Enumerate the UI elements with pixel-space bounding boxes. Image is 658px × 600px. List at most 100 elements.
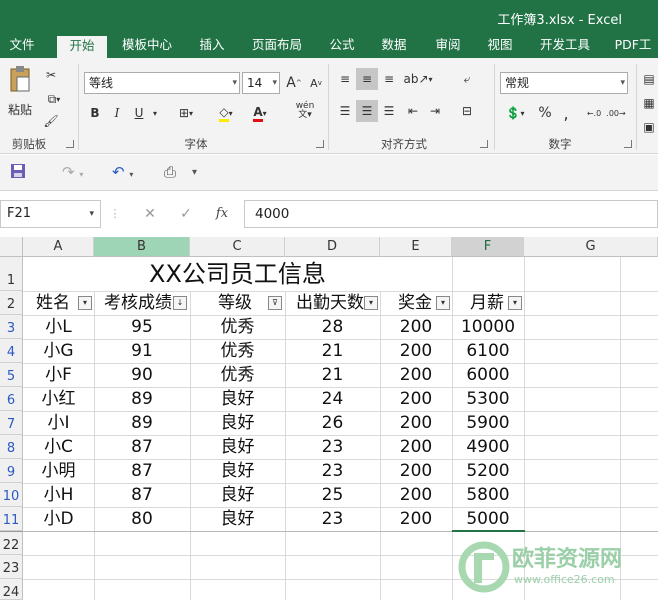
header-salary[interactable]: 月薪 xyxy=(470,291,506,315)
currency-icon[interactable]: 💲 ▾ xyxy=(500,102,530,124)
cell-score[interactable]: 87 xyxy=(94,435,190,459)
filter-dropdown-icon[interactable]: ▾ xyxy=(436,296,450,310)
cell-bonus[interactable]: 200 xyxy=(380,435,452,459)
tab-page-layout[interactable]: 页面布局 xyxy=(244,34,310,58)
cell-name[interactable]: 小I xyxy=(23,411,94,435)
phonetic-icon[interactable]: wén 文▾ xyxy=(292,100,318,122)
number-launcher-icon[interactable] xyxy=(624,140,632,148)
font-launcher-icon[interactable] xyxy=(316,140,324,148)
border-icon[interactable]: ⊞ ▾ xyxy=(172,102,200,124)
cell-salary[interactable]: 5200 xyxy=(452,459,524,483)
conditional-format-icon[interactable]: ▤ xyxy=(640,68,658,90)
tab-home[interactable]: 开始 xyxy=(57,36,107,58)
header-name[interactable]: 姓名 xyxy=(36,291,78,315)
column-header-g[interactable]: G xyxy=(524,237,658,257)
cell-bonus[interactable]: 200 xyxy=(380,459,452,483)
cell-bonus[interactable]: 200 xyxy=(380,387,452,411)
row-header-5[interactable]: 5 xyxy=(0,363,23,387)
cell-attendance[interactable]: 23 xyxy=(285,435,380,459)
redo-icon[interactable]: ↷ ▾ xyxy=(62,163,83,183)
cell-attendance[interactable]: 28 xyxy=(285,315,380,339)
cell-score[interactable]: 91 xyxy=(94,339,190,363)
cell-bonus[interactable]: 200 xyxy=(380,339,452,363)
cell-salary[interactable]: 5300 xyxy=(452,387,524,411)
cell-attendance[interactable]: 21 xyxy=(285,363,380,387)
decrease-indent-icon[interactable]: ⇤ xyxy=(402,100,424,122)
tab-developer[interactable]: 开发工具 xyxy=(532,34,598,58)
customize-toolbar-icon[interactable]: ▾ xyxy=(192,167,197,187)
insert-function-icon[interactable]: fx xyxy=(208,200,236,228)
tab-view[interactable]: 视图 xyxy=(478,34,522,58)
header-bonus[interactable]: 奖金 xyxy=(398,291,434,315)
column-header-e[interactable]: E xyxy=(380,237,452,257)
format-table-icon[interactable]: ▦ xyxy=(640,92,658,114)
cancel-icon[interactable]: ✕ xyxy=(136,200,164,228)
header-attendance[interactable]: 出勤天数 xyxy=(296,291,364,315)
cell-styles-icon[interactable]: ▣ xyxy=(640,116,658,138)
italic-button[interactable]: I xyxy=(106,102,128,124)
row-header-23[interactable]: 23 xyxy=(0,555,23,579)
enter-icon[interactable]: ✓ xyxy=(172,200,200,228)
column-header-d[interactable]: D xyxy=(285,237,380,257)
wrap-text-icon[interactable]: ⤶ xyxy=(456,68,478,90)
tab-formulas[interactable]: 公式 xyxy=(320,34,364,58)
cell-salary[interactable]: 5800 xyxy=(452,483,524,507)
tab-review[interactable]: 审阅 xyxy=(426,34,470,58)
select-all-corner[interactable] xyxy=(0,237,23,257)
align-middle-icon[interactable]: ≡ xyxy=(356,68,378,90)
row-header-8[interactable]: 8 xyxy=(0,435,23,459)
filter-dropdown-icon[interactable]: ▾ xyxy=(364,296,378,310)
clipboard-launcher-icon[interactable] xyxy=(66,140,74,148)
cell-grade[interactable]: 良好 xyxy=(190,507,285,531)
cell-score[interactable]: 87 xyxy=(94,459,190,483)
tab-data[interactable]: 数据 xyxy=(372,34,416,58)
name-box[interactable]: F21 ▾ xyxy=(0,200,101,228)
orientation-icon[interactable]: ab↗ ▾ xyxy=(403,68,432,90)
merge-center-icon[interactable]: ⊟ xyxy=(456,100,478,122)
row-header-3[interactable]: 3 xyxy=(0,315,23,339)
row-header-24[interactable]: 24 xyxy=(0,579,23,600)
cell-salary[interactable]: 6000 xyxy=(452,363,524,387)
undo-icon[interactable]: ↶ ▾ xyxy=(112,163,133,183)
percent-button[interactable]: % xyxy=(536,102,554,124)
paste-icon[interactable] xyxy=(6,64,34,96)
increase-decimal-icon[interactable]: ←.0 xyxy=(584,102,604,124)
cell-salary[interactable]: 6100 xyxy=(452,339,524,363)
cell-bonus[interactable]: 200 xyxy=(380,483,452,507)
align-top-icon[interactable]: ≡ xyxy=(334,68,356,90)
copy-icon[interactable]: ⧉ ▾ xyxy=(40,88,68,110)
tab-pdf[interactable]: PDF工 xyxy=(608,34,658,58)
cell-grade[interactable]: 良好 xyxy=(190,459,285,483)
cell-grade[interactable]: 良好 xyxy=(190,411,285,435)
cell-score[interactable]: 80 xyxy=(94,507,190,531)
cell-score[interactable]: 89 xyxy=(94,387,190,411)
column-header-b[interactable]: B xyxy=(94,237,190,257)
cell-attendance[interactable]: 24 xyxy=(285,387,380,411)
column-header-c[interactable]: C xyxy=(190,237,285,257)
row-header-10[interactable]: 10 xyxy=(0,483,23,507)
cell-name[interactable]: 小H xyxy=(23,483,94,507)
row-header-11[interactable]: 11 xyxy=(0,507,23,531)
cell-grade[interactable]: 良好 xyxy=(190,387,285,411)
increase-indent-icon[interactable]: ⇥ xyxy=(424,100,446,122)
chevron-down-icon[interactable]: ▾ xyxy=(150,102,160,124)
font-size-select[interactable]: 14 ▾ xyxy=(242,72,280,94)
sort-filter-icon[interactable]: ↓ xyxy=(173,296,187,310)
cell-grade[interactable]: 优秀 xyxy=(190,339,285,363)
row-header-7[interactable]: 7 xyxy=(0,411,23,435)
row-header-9[interactable]: 9 xyxy=(0,459,23,483)
comma-button[interactable]: , xyxy=(558,102,574,124)
column-header-f[interactable]: F xyxy=(452,237,524,257)
cell-name[interactable]: 小F xyxy=(23,363,94,387)
underline-button[interactable]: U xyxy=(128,102,150,124)
tab-insert[interactable]: 插入 xyxy=(190,34,234,58)
cell-salary[interactable]: 5000 xyxy=(452,507,524,531)
paste-button[interactable]: 粘贴 xyxy=(4,98,36,120)
cell-grade[interactable]: 优秀 xyxy=(190,315,285,339)
cell-grade[interactable]: 良好 xyxy=(190,483,285,507)
font-color-icon[interactable]: A ▾ xyxy=(246,102,274,124)
cell-salary[interactable]: 4900 xyxy=(452,435,524,459)
column-header-a[interactable]: A xyxy=(23,237,94,257)
cell-bonus[interactable]: 200 xyxy=(380,363,452,387)
align-right-icon[interactable]: ☰ xyxy=(378,100,400,122)
